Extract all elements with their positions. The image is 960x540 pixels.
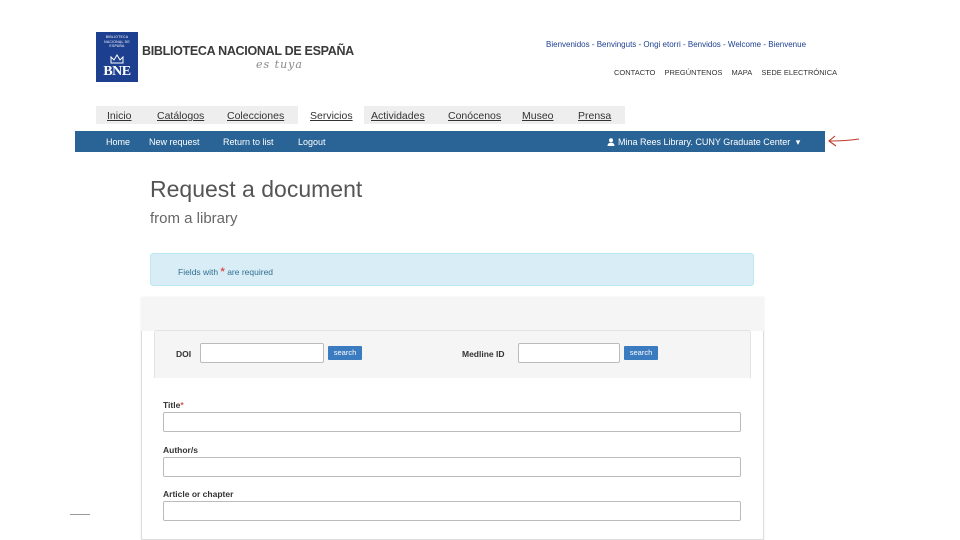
medline-search-button[interactable]: search <box>624 346 658 360</box>
site-tagline: es tuya <box>256 58 303 71</box>
nav-item-colecciones[interactable]: Colecciones <box>211 106 298 124</box>
language-separator: - <box>680 40 688 49</box>
nav-label: Colecciones <box>227 110 285 122</box>
return-to-list-link[interactable]: Return to list <box>223 137 274 147</box>
doi-label: DOI <box>176 349 192 359</box>
nav-item-catalogos[interactable]: Catálogos <box>142 106 211 124</box>
authors-input[interactable] <box>163 457 741 477</box>
language-separator: - <box>720 40 728 49</box>
nav-label: Catálogos <box>157 110 205 122</box>
title-input[interactable] <box>163 412 741 432</box>
caret-down-icon: ▾ <box>795 137 801 147</box>
doi-search-button[interactable]: search <box>328 346 362 360</box>
nav-item-servicios[interactable]: Servicios <box>298 106 364 124</box>
library-navbar: Home New request Return to list Logout M… <box>75 131 825 152</box>
nav-item-conocenos[interactable]: Conócenos <box>438 106 511 124</box>
nav-item-prensa[interactable]: Prensa <box>566 106 625 124</box>
home-link[interactable]: Home <box>106 137 130 147</box>
nav-item-inicio[interactable]: Inicio <box>96 106 142 124</box>
site-title[interactable]: BIBLIOTECA NACIONAL DE ESPAÑA <box>142 44 354 58</box>
required-star: * <box>180 400 184 410</box>
medline-label: Medline ID <box>462 349 505 359</box>
title-label: Title* <box>163 400 184 410</box>
doi-input[interactable] <box>200 343 324 363</box>
user-menu[interactable]: Mina Rees Library. CUNY Graduate Center … <box>607 137 800 148</box>
panel-header <box>141 297 764 331</box>
nav-label: Servicios <box>310 110 353 122</box>
language-link[interactable]: Benvidos <box>688 40 721 49</box>
title-label-text: Title <box>163 400 181 410</box>
alert-text: Fields with * are required <box>178 266 273 278</box>
e-office-link[interactable]: SEDE ELECTRÓNICA <box>761 68 837 77</box>
language-links: Bienvenidos - Benvinguts - Ongi etorri -… <box>546 40 806 49</box>
required-fields-alert: Fields with * are required <box>150 253 754 286</box>
medline-input[interactable] <box>518 343 620 363</box>
bne-logo[interactable]: BIBLIOTECA NACIONAL DE ESPAÑA BNE <box>96 32 138 82</box>
logout-link[interactable]: Logout <box>298 137 326 147</box>
language-link[interactable]: Bienvenidos <box>546 40 590 49</box>
nav-label: Prensa <box>578 110 612 122</box>
language-link[interactable]: Welcome <box>728 40 761 49</box>
logo-crest-text: BIBLIOTECA NACIONAL DE ESPAÑA <box>104 35 130 48</box>
language-link[interactable]: Ongi etorri <box>643 40 680 49</box>
nav-label: Inicio <box>107 110 132 122</box>
annotation-arrow-icon <box>828 135 860 147</box>
map-link[interactable]: MAPA <box>732 68 753 77</box>
article-input[interactable] <box>163 501 741 521</box>
alert-prefix: Fields with <box>178 267 219 277</box>
new-request-link[interactable]: New request <box>149 137 200 147</box>
alert-suffix: are required <box>227 267 274 277</box>
language-link[interactable]: Bienvenue <box>768 40 806 49</box>
nav-label: Conócenos <box>448 110 502 122</box>
utility-links: CONTACTO PREGÚNTENOS MAPA SEDE ELECTRÓNI… <box>614 68 844 77</box>
ask-us-link[interactable]: PREGÚNTENOS <box>664 68 722 77</box>
user-icon <box>607 138 615 146</box>
language-separator: - <box>589 40 597 49</box>
nav-item-museo[interactable]: Museo <box>511 106 566 124</box>
authors-label: Author/s <box>163 445 198 455</box>
nav-label: Museo <box>522 110 554 122</box>
site-nav: Inicio Catálogos Colecciones Servicios A… <box>96 106 625 124</box>
nav-label: Actividades <box>371 110 425 122</box>
contact-link[interactable]: CONTACTO <box>614 68 655 77</box>
page-title: Request a document <box>150 176 363 202</box>
divider <box>70 514 90 515</box>
nav-item-actividades[interactable]: Actividades <box>364 106 438 124</box>
required-star: * <box>220 266 225 278</box>
user-library-label: Mina Rees Library. CUNY Graduate Center <box>618 137 791 147</box>
page-subtitle: from a library <box>150 210 238 227</box>
language-link[interactable]: Benvinguts <box>597 40 637 49</box>
logo-abbr: BNE <box>103 64 131 79</box>
crown-icon <box>110 54 124 64</box>
article-label: Article or chapter <box>163 489 234 499</box>
